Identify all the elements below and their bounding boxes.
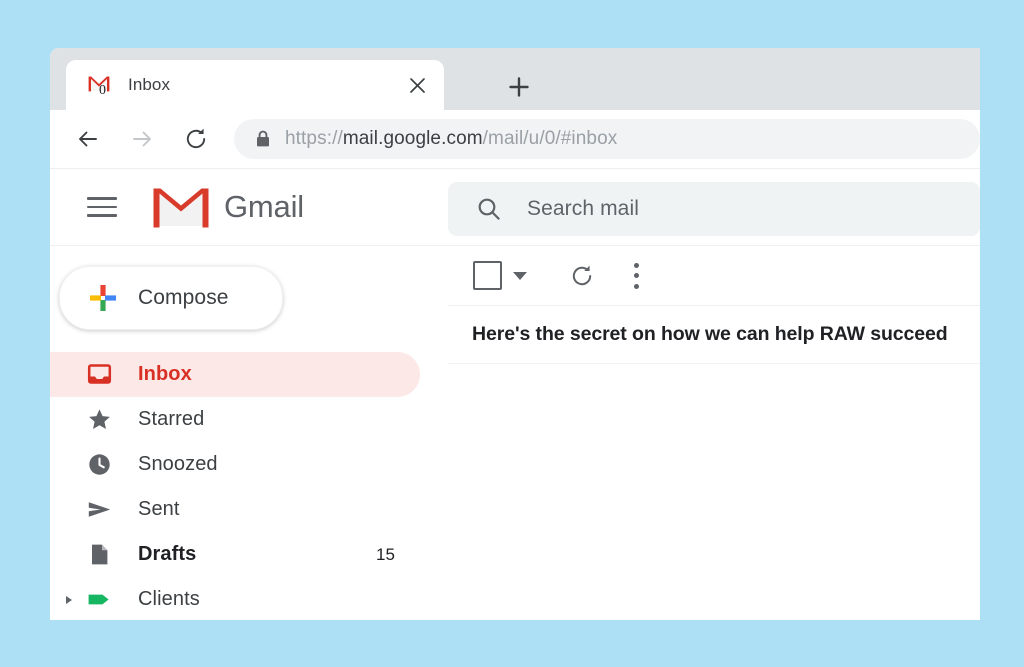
sidebar-item-starred[interactable]: Starred — [50, 397, 420, 442]
url-path: /mail/u/0/#inbox — [482, 128, 618, 149]
compose-button[interactable]: Compose — [59, 266, 283, 330]
star-icon — [86, 407, 112, 433]
address-bar[interactable]: https://mail.google.com/mail/u/0/#inbox — [234, 119, 980, 159]
sidebar-nav-list: Inbox Starred Snoozed Sent Drafts 15 Cli… — [50, 352, 448, 620]
close-icon[interactable] — [404, 72, 430, 98]
sidebar: Compose Inbox Starred Snoozed Sent Draft… — [50, 246, 448, 620]
inbox-icon — [86, 362, 112, 388]
sidebar-item-label: Inbox — [138, 363, 192, 385]
sidebar-item-label: Clients — [138, 588, 200, 610]
forward-arrow-icon — [133, 131, 151, 147]
address-bar-url: https://mail.google.com/mail/u/0/#inbox — [285, 128, 617, 150]
sidebar-item-drafts[interactable]: Drafts 15 — [50, 532, 420, 577]
tab-title: Inbox — [128, 75, 171, 94]
draft-icon — [86, 542, 112, 568]
label-icon — [86, 587, 112, 613]
search-input[interactable]: Search mail — [448, 182, 980, 236]
plus-icon — [509, 77, 529, 97]
sidebar-item-clients[interactable]: Clients — [50, 577, 420, 620]
email-list-pane: Here's the secret on how we can help RAW… — [448, 246, 980, 620]
chevron-down-icon[interactable] — [513, 271, 527, 280]
email-list-toolbar — [448, 246, 980, 306]
hamburger-menu-icon[interactable] — [87, 190, 121, 224]
browser-window: 0 Inbox https://mail.google.com/mail/u/0… — [50, 48, 980, 620]
email-subject: Here's the secret on how we can help RAW… — [472, 323, 948, 345]
compose-label: Compose — [138, 286, 229, 309]
gmail-body: Compose Inbox Starred Snoozed Sent Draft… — [50, 246, 980, 620]
email-list-row[interactable]: Here's the secret on how we can help RAW… — [448, 306, 980, 364]
gmail-header: Gmail Search mail — [50, 169, 980, 246]
sidebar-item-inbox[interactable]: Inbox — [50, 352, 420, 397]
back-arrow-icon — [79, 131, 97, 147]
sidebar-item-label: Snoozed — [138, 453, 218, 475]
select-all-checkbox[interactable] — [473, 261, 502, 290]
forward-button[interactable] — [122, 119, 162, 159]
gmail-logo-icon — [152, 185, 210, 229]
sidebar-item-label: Starred — [138, 408, 205, 430]
sidebar-item-sent[interactable]: Sent — [50, 487, 420, 532]
reload-button[interactable] — [176, 119, 216, 159]
new-tab-button[interactable] — [502, 70, 536, 104]
lock-icon — [255, 130, 271, 148]
send-icon — [86, 497, 112, 523]
sidebar-item-snoozed[interactable]: Snoozed — [50, 442, 420, 487]
gmail-favicon-icon: 0 — [88, 73, 114, 98]
sidebar-item-label: Drafts — [138, 543, 197, 565]
back-button[interactable] — [68, 119, 108, 159]
tab-unread-badge: 0 — [99, 83, 106, 98]
sidebar-item-count: 15 — [376, 544, 395, 564]
chevron-right-icon[interactable] — [62, 593, 76, 607]
reload-icon — [186, 128, 206, 149]
browser-tab[interactable]: 0 Inbox — [66, 60, 444, 110]
more-vertical-icon[interactable] — [633, 262, 639, 289]
url-domain: mail.google.com — [342, 128, 483, 149]
sidebar-item-label: Sent — [138, 498, 180, 520]
plus-icon — [88, 283, 118, 313]
tab-strip: 0 Inbox — [50, 48, 980, 110]
url-scheme: https:// — [285, 128, 343, 149]
search-placeholder: Search mail — [527, 197, 639, 220]
clock-icon — [86, 452, 112, 478]
search-icon — [476, 196, 502, 222]
browser-toolbar: https://mail.google.com/mail/u/0/#inbox — [50, 110, 980, 169]
refresh-icon[interactable] — [569, 263, 595, 289]
gmail-wordmark: Gmail — [224, 189, 304, 224]
